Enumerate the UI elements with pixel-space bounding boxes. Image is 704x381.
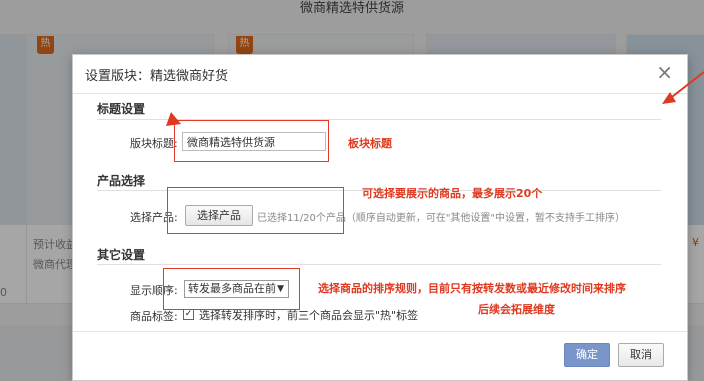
annotation-title-note: 板块标题 [348, 137, 392, 150]
section-title-settings: 标题设置 [97, 102, 146, 116]
hot-tag-checkbox[interactable]: ✓ [183, 309, 194, 320]
product-tag-label: 商品标签: [130, 310, 178, 323]
section-product-select: 产品选择 [97, 174, 146, 188]
settings-dialog: 设置版块：精选微商好货 × 标题设置 版块标题: 产品选择 选择产品: 选择产品… [72, 54, 688, 381]
annotation-order-note-2: 后续会拓展维度 [478, 303, 555, 316]
annotation-box-product [167, 187, 344, 234]
annotation-order-note: 选择商品的排序规则，目前只有按转发数或最近修改时间来排序 [318, 282, 626, 295]
divider [73, 93, 687, 94]
annotation-product-note: 可选择要展示的商品，最多展示20个 [362, 187, 543, 200]
annotation-box-order [163, 268, 300, 310]
block-title-label: 版块标题: [130, 137, 178, 150]
close-icon[interactable]: × [656, 61, 673, 83]
section-other-settings: 其它设置 [97, 248, 146, 262]
cancel-button[interactable]: 取消 [618, 343, 664, 367]
confirm-button[interactable]: 确定 [564, 343, 610, 367]
dialog-title: 设置版块：精选微商好货 [85, 69, 229, 84]
annotation-box-title [174, 120, 329, 162]
divider [97, 264, 661, 265]
divider [73, 331, 687, 332]
